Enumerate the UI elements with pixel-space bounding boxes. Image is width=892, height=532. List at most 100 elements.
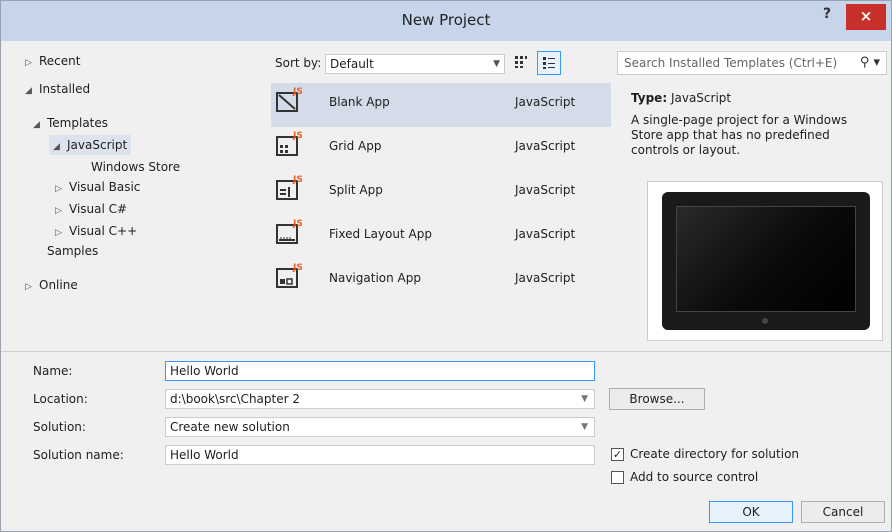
location-field[interactable]: d:\book\src\Chapter 2 ▼ xyxy=(165,389,595,409)
tree-item-online[interactable]: ▷ Online xyxy=(25,275,78,295)
tree-item-visual-cpp[interactable]: ▷ Visual C++ xyxy=(55,221,137,241)
tablet-image xyxy=(662,192,870,330)
browse-button[interactable]: Browse... xyxy=(609,388,705,410)
tree-item-samples[interactable]: Samples xyxy=(47,241,98,261)
expand-arrow-icon[interactable]: ▷ xyxy=(55,179,69,199)
template-tree: ▷ Recent ◢ Installed ◢ Templates ◢ JavaScrip… xyxy=(11,43,267,349)
svg-text:JS: JS xyxy=(292,87,303,97)
solution-name-field[interactable]: Hello World xyxy=(165,445,595,465)
navigation-app-icon: JS xyxy=(276,263,303,288)
divider xyxy=(1,351,891,352)
template-item-blank-app[interactable]: JS Blank App JavaScript xyxy=(271,83,611,127)
template-language: JavaScript xyxy=(515,183,576,197)
tree-item-label: Windows Store xyxy=(91,160,181,174)
source-control-label: Add to source control xyxy=(630,470,759,484)
template-name: Fixed Layout App xyxy=(329,227,432,241)
tree-item-label: Online xyxy=(39,278,78,292)
tree-item-recent[interactable]: ▷ Recent xyxy=(25,51,80,71)
svg-text:JS: JS xyxy=(292,131,303,141)
svg-text:JS: JS xyxy=(292,219,303,229)
tree-item-templates[interactable]: ◢ Templates xyxy=(33,113,108,133)
template-language: JavaScript xyxy=(515,271,576,285)
tree-item-label: Visual C++ xyxy=(69,224,138,238)
template-name: Split App xyxy=(329,183,383,197)
tree-item-label: Templates xyxy=(47,116,109,130)
tablet-home-button xyxy=(762,318,768,324)
chevron-down-icon[interactable]: ▼ xyxy=(581,390,588,408)
cancel-button[interactable]: Cancel xyxy=(801,501,885,523)
collapse-arrow-icon[interactable]: ◢ xyxy=(25,81,39,101)
template-list: JS Blank App JavaScript JS Grid App Java… xyxy=(271,81,611,351)
solution-value: Create new solution xyxy=(170,420,290,434)
tree-item-label: Recent xyxy=(39,54,81,68)
solution-dropdown[interactable]: Create new solution ▼ xyxy=(165,417,595,437)
fixed-layout-app-icon: JS xyxy=(276,219,303,244)
chevron-down-icon[interactable]: ▼ xyxy=(581,418,588,436)
help-button[interactable]: ? xyxy=(815,6,839,28)
tree-item-label: Installed xyxy=(39,82,91,96)
create-directory-label: Create directory for solution xyxy=(630,447,800,461)
list-view-icon[interactable] xyxy=(537,51,561,75)
name-value: Hello World xyxy=(170,364,239,378)
blank-app-icon: JS xyxy=(276,87,303,112)
template-item-grid-app[interactable]: JS Grid App JavaScript xyxy=(271,127,611,171)
expand-arrow-icon[interactable]: ▷ xyxy=(25,277,39,297)
template-name: Navigation App xyxy=(329,271,421,285)
template-language: JavaScript xyxy=(515,139,576,153)
collapse-arrow-icon[interactable]: ◢ xyxy=(33,115,47,135)
template-details-pane: Type: JavaScript A single-page project f… xyxy=(617,81,889,349)
template-name: Blank App xyxy=(329,95,390,109)
create-directory-checkbox[interactable]: ✓ xyxy=(611,448,624,461)
search-input[interactable]: Search Installed Templates (Ctrl+E) ⚲ ▾ xyxy=(617,51,887,75)
solution-name-label: Solution name: xyxy=(33,448,124,462)
name-field[interactable]: Hello World xyxy=(165,361,595,381)
tree-item-label: Visual Basic xyxy=(69,180,141,194)
template-item-navigation-app[interactable]: JS Navigation App JavaScript xyxy=(271,259,611,303)
tree-item-visual-basic[interactable]: ▷ Visual Basic xyxy=(55,177,140,197)
template-description: A single-page project for a Windows Stor… xyxy=(631,113,848,157)
tree-item-windows-store[interactable]: Windows Store xyxy=(91,157,180,177)
template-preview xyxy=(647,181,883,341)
location-value: d:\book\src\Chapter 2 xyxy=(170,392,300,406)
type-line: Type: JavaScript xyxy=(631,91,731,105)
tree-item-label: Samples xyxy=(47,244,99,258)
sort-by-dropdown[interactable]: Default ▼ xyxy=(325,54,505,74)
sort-by-label: Sort by: xyxy=(275,56,322,70)
expand-arrow-icon[interactable]: ▷ xyxy=(55,223,69,243)
chevron-down-icon: ▼ xyxy=(493,59,500,69)
type-value: JavaScript xyxy=(670,91,732,105)
expand-arrow-icon[interactable]: ▷ xyxy=(25,53,39,73)
tree-item-installed[interactable]: ◢ Installed xyxy=(25,79,90,99)
expand-arrow-icon[interactable]: ▷ xyxy=(55,201,69,221)
source-control-checkbox[interactable] xyxy=(611,471,624,484)
svg-text:JS: JS xyxy=(292,175,303,185)
tablet-screen xyxy=(676,206,856,312)
template-language: JavaScript xyxy=(515,227,576,241)
template-name: Grid App xyxy=(329,139,382,153)
search-icon[interactable]: ⚲ ▾ xyxy=(860,55,880,70)
template-item-fixed-layout-app[interactable]: JS Fixed Layout App JavaScript xyxy=(271,215,611,259)
search-placeholder: Search Installed Templates (Ctrl+E) xyxy=(624,56,838,70)
split-app-icon: JS xyxy=(276,175,303,200)
solution-name-value: Hello World xyxy=(170,448,239,462)
screen-glare xyxy=(677,207,855,311)
template-item-split-app[interactable]: JS Split App JavaScript xyxy=(271,171,611,215)
new-project-dialog: New Project ? × ▷ Recent ◢ Installed ◢ Temp… xyxy=(0,0,892,532)
small-icons-view-icon[interactable] xyxy=(509,51,533,75)
solution-label: Solution: xyxy=(33,420,86,434)
tree-item-label: Visual C# xyxy=(69,202,128,216)
close-button[interactable]: × xyxy=(846,4,886,30)
collapse-arrow-icon[interactable]: ◢ xyxy=(53,137,67,157)
tree-item-visual-csharp[interactable]: ▷ Visual C# xyxy=(55,199,127,219)
title-bar: New Project ? × xyxy=(1,1,891,41)
dialog-title: New Project xyxy=(401,11,491,29)
name-label: Name: xyxy=(33,364,73,378)
tree-item-label: JavaScript xyxy=(67,138,128,152)
sort-by-value: Default xyxy=(330,57,374,71)
location-label: Location: xyxy=(33,392,88,406)
template-language: JavaScript xyxy=(515,95,576,109)
tree-item-javascript[interactable]: ◢ JavaScript xyxy=(49,135,132,157)
grid-app-icon: JS xyxy=(276,131,303,156)
type-label: Type: xyxy=(631,91,668,105)
ok-button[interactable]: OK xyxy=(709,501,793,523)
